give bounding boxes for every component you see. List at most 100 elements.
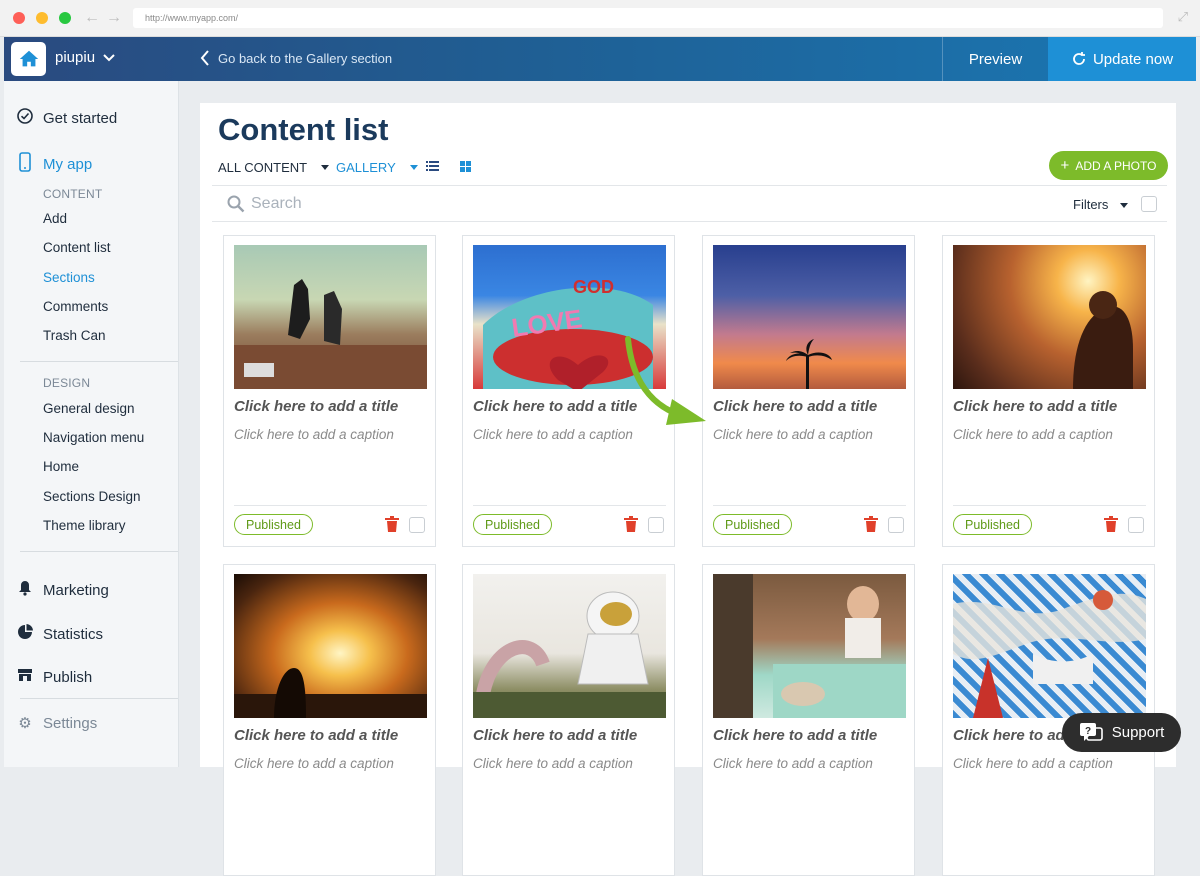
pie-chart-icon: [16, 624, 34, 644]
sunset-palm-image: [713, 245, 906, 389]
back-to-gallery-link[interactable]: Go back to the Gallery section: [200, 50, 392, 66]
status-badge: Published: [234, 514, 313, 535]
sidebar-item-general-design[interactable]: General design: [43, 401, 135, 416]
card-title[interactable]: Click here to add a title: [713, 398, 877, 415]
trash-icon[interactable]: [624, 516, 638, 532]
content-panel: Content list ALL CONTENT GALLERY + ADD A…: [200, 103, 1176, 876]
card-caption[interactable]: Click here to add a caption: [713, 756, 873, 771]
divider: [20, 551, 178, 552]
content-card[interactable]: Click here to add a title Click here to …: [702, 235, 915, 547]
filters-dropdown[interactable]: Filters: [1073, 197, 1129, 212]
browser-chrome: ← → http://www.myapp.com/ ⤢: [0, 0, 1200, 37]
sidebar-item-get-started[interactable]: Get started: [16, 108, 117, 128]
plus-icon: +: [1060, 157, 1070, 174]
card-select-checkbox[interactable]: [888, 517, 904, 533]
card-title[interactable]: Click here to add a title: [713, 727, 877, 744]
app-switcher[interactable]: piupiu: [55, 49, 115, 66]
card-title[interactable]: Click here to add a title: [953, 398, 1117, 415]
grid-view-icon[interactable]: [460, 161, 471, 172]
content-card[interactable]: Click here to add a title Click here to …: [702, 564, 915, 876]
trash-icon[interactable]: [385, 516, 399, 532]
search-icon: [227, 195, 245, 213]
fullscreen-icon[interactable]: ⤢: [1178, 9, 1188, 25]
card-title[interactable]: Click here to add a title: [473, 727, 637, 744]
sidebar-item-statistics[interactable]: Statistics: [16, 624, 103, 644]
sidebar-item-sections[interactable]: Sections: [43, 270, 95, 285]
update-now-button[interactable]: Update now: [1048, 37, 1196, 81]
divider: [713, 505, 906, 506]
card-select-checkbox[interactable]: [1128, 517, 1144, 533]
trash-icon[interactable]: [1104, 516, 1118, 532]
card-caption[interactable]: Click here to add a caption: [234, 427, 394, 442]
festival-sunlight-image: [953, 245, 1146, 389]
sidebar-item-comments[interactable]: Comments: [43, 299, 108, 314]
divider: [20, 698, 178, 699]
address-bar[interactable]: http://www.myapp.com/: [133, 8, 1163, 28]
sidebar-label: Get started: [43, 109, 118, 127]
card-title[interactable]: Click here to add a title: [234, 398, 398, 415]
close-window-icon[interactable]: [13, 12, 25, 24]
design-heading: DESIGN: [43, 376, 91, 390]
app-header: piupiu Go back to the Gallery section Pr…: [4, 37, 1196, 81]
content-card[interactable]: Click here to add a title Click here to …: [942, 235, 1155, 547]
sidebar-label: Settings: [43, 714, 98, 732]
trash-icon[interactable]: [864, 516, 878, 532]
preview-button[interactable]: Preview: [942, 37, 1048, 81]
sidebar-item-my-app[interactable]: My app: [16, 152, 92, 176]
concert-crowd-image: [234, 245, 427, 389]
card-select-checkbox[interactable]: [648, 517, 664, 533]
sidebar-item-trash-can[interactable]: Trash Can: [43, 328, 106, 343]
browser-forward-icon[interactable]: →: [106, 9, 122, 27]
svg-text:GOD: GOD: [573, 277, 614, 297]
status-badge: Published: [473, 514, 552, 535]
card-title[interactable]: Click here to add a title: [234, 727, 398, 744]
list-view-icon[interactable]: [426, 161, 439, 171]
card-caption[interactable]: Click here to add a caption: [234, 756, 394, 771]
gallery-dropdown[interactable]: GALLERY: [336, 160, 418, 175]
support-button[interactable]: ? Support: [1062, 713, 1181, 752]
content-card[interactable]: Click here to add a title Click here to …: [223, 564, 436, 876]
content-card[interactable]: Click here to add a title Click here to …: [223, 235, 436, 547]
all-content-label: ALL CONTENT: [218, 160, 308, 175]
sidebar-item-marketing[interactable]: Marketing: [16, 580, 109, 600]
search-input[interactable]: Search: [251, 195, 302, 213]
card-caption[interactable]: Click here to add a caption: [953, 427, 1113, 442]
bar-scene-image: [713, 574, 906, 718]
all-content-dropdown[interactable]: ALL CONTENT: [218, 160, 330, 175]
sidebar-item-content-list[interactable]: Content list: [43, 240, 111, 255]
add-photo-label: ADD A PHOTO: [1075, 158, 1157, 173]
sidebar: Get started My app CONTENT Add Content l…: [4, 81, 179, 767]
sidebar-label: Marketing: [43, 581, 109, 599]
back-label: Go back to the Gallery section: [218, 50, 393, 66]
maximize-window-icon[interactable]: [59, 12, 71, 24]
content-card[interactable]: Click here to add a title Click here to …: [462, 564, 675, 876]
bell-icon: [16, 580, 34, 600]
status-badge: Published: [953, 514, 1032, 535]
card-caption[interactable]: Click here to add a caption: [473, 756, 633, 771]
sidebar-item-theme-library[interactable]: Theme library: [43, 518, 126, 533]
card-caption[interactable]: Click here to add a caption: [473, 427, 633, 442]
store-icon: [16, 668, 34, 686]
card-caption[interactable]: Click here to add a caption: [953, 756, 1113, 771]
browser-back-icon[interactable]: ←: [84, 9, 100, 27]
minimize-window-icon[interactable]: [36, 12, 48, 24]
caret-down-icon: [1120, 203, 1129, 208]
add-photo-button[interactable]: + ADD A PHOTO: [1049, 151, 1168, 180]
sidebar-item-navigation-menu[interactable]: Navigation menu: [43, 430, 144, 445]
sidebar-item-add[interactable]: Add: [43, 211, 67, 226]
sidebar-item-settings[interactable]: ⚙ Settings: [16, 714, 98, 733]
home-logo-icon[interactable]: [11, 42, 46, 76]
divider: [473, 505, 666, 506]
card-select-checkbox[interactable]: [409, 517, 425, 533]
select-all-checkbox[interactable]: [1141, 196, 1157, 212]
card-caption[interactable]: Click here to add a caption: [713, 427, 873, 442]
smartphone-icon: [16, 152, 34, 176]
chevron-left-icon: [200, 50, 209, 66]
sidebar-item-sections-design[interactable]: Sections Design: [43, 489, 141, 504]
sidebar-item-home[interactable]: Home: [43, 459, 79, 474]
sidebar-item-publish[interactable]: Publish: [16, 668, 92, 686]
card-title[interactable]: Click here to add a title: [473, 398, 637, 415]
preview-label: Preview: [968, 50, 1023, 68]
status-badge: Published: [713, 514, 792, 535]
sidebar-label: Publish: [43, 668, 93, 686]
